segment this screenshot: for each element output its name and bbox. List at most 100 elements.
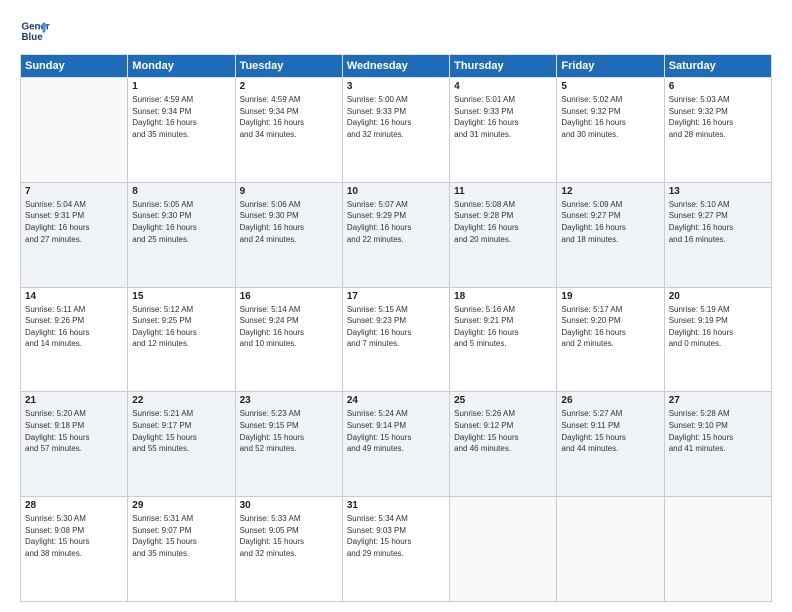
day-number: 24 (347, 395, 445, 406)
calendar-table: SundayMondayTuesdayWednesdayThursdayFrid… (20, 54, 772, 602)
calendar-cell: 9 Sunrise: 5:06 AMSunset: 9:30 PMDaylight… (235, 182, 342, 287)
calendar-cell: 19Sunrise: 5:17 AMSunset: 9:20 PMDayligh… (557, 287, 664, 392)
calendar-cell: 6Sunrise: 5:03 AMSunset: 9:32 PMDaylight… (664, 78, 771, 183)
day-number: 30 (240, 500, 338, 511)
day-number: 28 (25, 500, 123, 511)
day-number: 29 (132, 500, 230, 511)
day-info: Sunrise: 5:00 AMSunset: 9:33 PMDaylight:… (347, 94, 445, 140)
day-info: Sunrise: 5:03 AMSunset: 9:32 PMDaylight:… (669, 94, 767, 140)
day-info: Sunrise: 5:02 AMSunset: 9:32 PMDaylight:… (561, 94, 659, 140)
day-number: 25 (454, 395, 552, 406)
calendar-cell: 21 Sunrise: 5:20 AMSunset: 9:18 PMDayligh… (21, 392, 128, 497)
calendar-cell: 1Sunrise: 4:59 AMSunset: 9:34 PMDaylight… (128, 78, 235, 183)
day-number: 31 (347, 500, 445, 511)
day-info: Sunrise: 5:28 AMSunset: 9:10 PMDaylight:… (669, 408, 767, 454)
day-info: Sunrise: 5:09 AMSunset: 9:27 PMDaylight:… (561, 199, 659, 245)
day-number: 16 (240, 291, 338, 302)
week-row-1: 1 Sunrise: 4:59 AMSunset: 9:34 PMDaylight… (21, 78, 772, 183)
weekday-header-sunday: Sunday (21, 55, 128, 78)
day-info: Sunrise: 5:12 AMSunset: 9:25 PMDaylight:… (132, 304, 230, 350)
day-number: 26 (561, 395, 659, 406)
day-number: 12 (561, 186, 659, 197)
week-row-2: 7Sunrise: 5:04 AMSunset: 9:31 PMDaylight… (21, 182, 772, 287)
day-info: Sunrise: 5:08 AMSunset: 9:28 PMDaylight:… (454, 199, 552, 245)
day-info: Sunrise: 5:14 AMSunset: 9:24 PMDaylight:… (240, 304, 338, 350)
day-info: Sunrise: 5:16 AMSunset: 9:21 PMDaylight:… (454, 304, 552, 350)
calendar-cell: 26 Sunrise: 5:27 AMSunset: 9:11 PMDayligh… (557, 392, 664, 497)
calendar-cell: 8Sunrise: 5:05 AMSunset: 9:30 PMDaylight… (128, 182, 235, 287)
day-info: Sunrise: 5:10 AMSunset: 9:27 PMDaylight:… (669, 199, 767, 245)
calendar-cell: 31 Sunrise: 5:34 AMSunset: 9:03 PMDayligh… (342, 497, 449, 602)
day-info: Sunrise: 5:23 AMSunset: 9:15 PMDaylight:… (240, 408, 338, 454)
day-number: 20 (669, 291, 767, 302)
calendar-cell (664, 497, 771, 602)
day-info: Sunrise: 5:34 AMSunset: 9:03 PMDaylight:… (347, 513, 445, 559)
weekday-header-friday: Friday (557, 55, 664, 78)
calendar-cell: 20 Sunrise: 5:19 AMSunset: 9:19 PMDayligh… (664, 287, 771, 392)
calendar-cell: 29Sunrise: 5:31 AMSunset: 9:07 PMDayligh… (128, 497, 235, 602)
calendar-cell: 18 Sunrise: 5:16 AMSunset: 9:21 PMDayligh… (450, 287, 557, 392)
calendar-cell: 25 Sunrise: 5:26 AMSunset: 9:12 PMDayligh… (450, 392, 557, 497)
calendar-cell: 24 Sunrise: 5:24 AMSunset: 9:14 PMDayligh… (342, 392, 449, 497)
day-number: 23 (240, 395, 338, 406)
day-info: Sunrise: 5:11 AMSunset: 9:26 PMDaylight:… (25, 304, 123, 350)
week-row-4: 21 Sunrise: 5:20 AMSunset: 9:18 PMDayligh… (21, 392, 772, 497)
day-number: 22 (132, 395, 230, 406)
day-number: 1 (132, 81, 230, 92)
day-info: Sunrise: 5:30 AMSunset: 9:08 PMDaylight:… (25, 513, 123, 559)
calendar-body: 1 Sunrise: 4:59 AMSunset: 9:34 PMDaylight… (21, 78, 772, 602)
day-info: Sunrise: 5:17 AMSunset: 9:20 PMDaylight:… (561, 304, 659, 350)
day-info: Sunrise: 5:04 AMSunset: 9:31 PMDaylight:… (25, 199, 123, 245)
day-number: 3 (347, 81, 445, 92)
calendar-header: SundayMondayTuesdayWednesdayThursdayFrid… (21, 55, 772, 78)
calendar-cell: 3 Sunrise: 5:00 AMSunset: 9:33 PMDaylight… (342, 78, 449, 183)
week-row-3: 14 Sunrise: 5:11 AMSunset: 9:26 PMDayligh… (21, 287, 772, 392)
weekday-header-tuesday: Tuesday (235, 55, 342, 78)
day-number: 4 (454, 81, 552, 92)
weekday-header-wednesday: Wednesday (342, 55, 449, 78)
day-info: Sunrise: 4:59 AMSunset: 9:34 PMDaylight:… (240, 94, 338, 140)
day-info: Sunrise: 5:27 AMSunset: 9:11 PMDaylight:… (561, 408, 659, 454)
day-info: Sunrise: 5:06 AMSunset: 9:30 PMDaylight:… (240, 199, 338, 245)
day-number: 13 (669, 186, 767, 197)
calendar-cell: 28 Sunrise: 5:30 AMSunset: 9:08 PMDayligh… (21, 497, 128, 602)
calendar-cell: 16 Sunrise: 5:14 AMSunset: 9:24 PMDayligh… (235, 287, 342, 392)
day-number: 17 (347, 291, 445, 302)
logo-icon: General Blue (20, 16, 50, 46)
day-info: Sunrise: 5:07 AMSunset: 9:29 PMDaylight:… (347, 199, 445, 245)
svg-text:Blue: Blue (22, 32, 44, 43)
calendar-cell: 23 Sunrise: 5:23 AMSunset: 9:15 PMDayligh… (235, 392, 342, 497)
calendar-cell: 7Sunrise: 5:04 AMSunset: 9:31 PMDaylight… (21, 182, 128, 287)
calendar-cell (450, 497, 557, 602)
logo: General Blue (20, 16, 50, 46)
day-number: 21 (25, 395, 123, 406)
calendar-cell: 13 Sunrise: 5:10 AMSunset: 9:27 PMDayligh… (664, 182, 771, 287)
calendar-cell: 4 Sunrise: 5:01 AMSunset: 9:33 PMDaylight… (450, 78, 557, 183)
calendar-cell: 5 Sunrise: 5:02 AMSunset: 9:32 PMDaylight… (557, 78, 664, 183)
calendar-cell: 14 Sunrise: 5:11 AMSunset: 9:26 PMDayligh… (21, 287, 128, 392)
day-info: Sunrise: 5:01 AMSunset: 9:33 PMDaylight:… (454, 94, 552, 140)
weekday-row: SundayMondayTuesdayWednesdayThursdayFrid… (21, 55, 772, 78)
day-number: 14 (25, 291, 123, 302)
day-number: 5 (561, 81, 659, 92)
calendar-cell: 12 Sunrise: 5:09 AMSunset: 9:27 PMDayligh… (557, 182, 664, 287)
day-info: Sunrise: 5:19 AMSunset: 9:19 PMDaylight:… (669, 304, 767, 350)
week-row-5: 28 Sunrise: 5:30 AMSunset: 9:08 PMDayligh… (21, 497, 772, 602)
calendar-cell: 10Sunrise: 5:07 AMSunset: 9:29 PMDayligh… (342, 182, 449, 287)
day-number: 9 (240, 186, 338, 197)
calendar-cell: 2Sunrise: 4:59 AMSunset: 9:34 PMDaylight… (235, 78, 342, 183)
day-number: 18 (454, 291, 552, 302)
svg-text:General: General (22, 22, 51, 33)
calendar-page: General Blue SundayMondayTuesdayWednesda… (0, 0, 792, 612)
day-info: Sunrise: 5:20 AMSunset: 9:18 PMDaylight:… (25, 408, 123, 454)
calendar-cell (557, 497, 664, 602)
day-number: 15 (132, 291, 230, 302)
day-info: Sunrise: 5:26 AMSunset: 9:12 PMDaylight:… (454, 408, 552, 454)
calendar-cell: 30Sunrise: 5:33 AMSunset: 9:05 PMDayligh… (235, 497, 342, 602)
day-info: Sunrise: 5:24 AMSunset: 9:14 PMDaylight:… (347, 408, 445, 454)
weekday-header-monday: Monday (128, 55, 235, 78)
day-info: Sunrise: 5:21 AMSunset: 9:17 PMDaylight:… (132, 408, 230, 454)
header: General Blue (20, 16, 772, 46)
weekday-header-thursday: Thursday (450, 55, 557, 78)
day-info: Sunrise: 5:15 AMSunset: 9:23 PMDaylight:… (347, 304, 445, 350)
